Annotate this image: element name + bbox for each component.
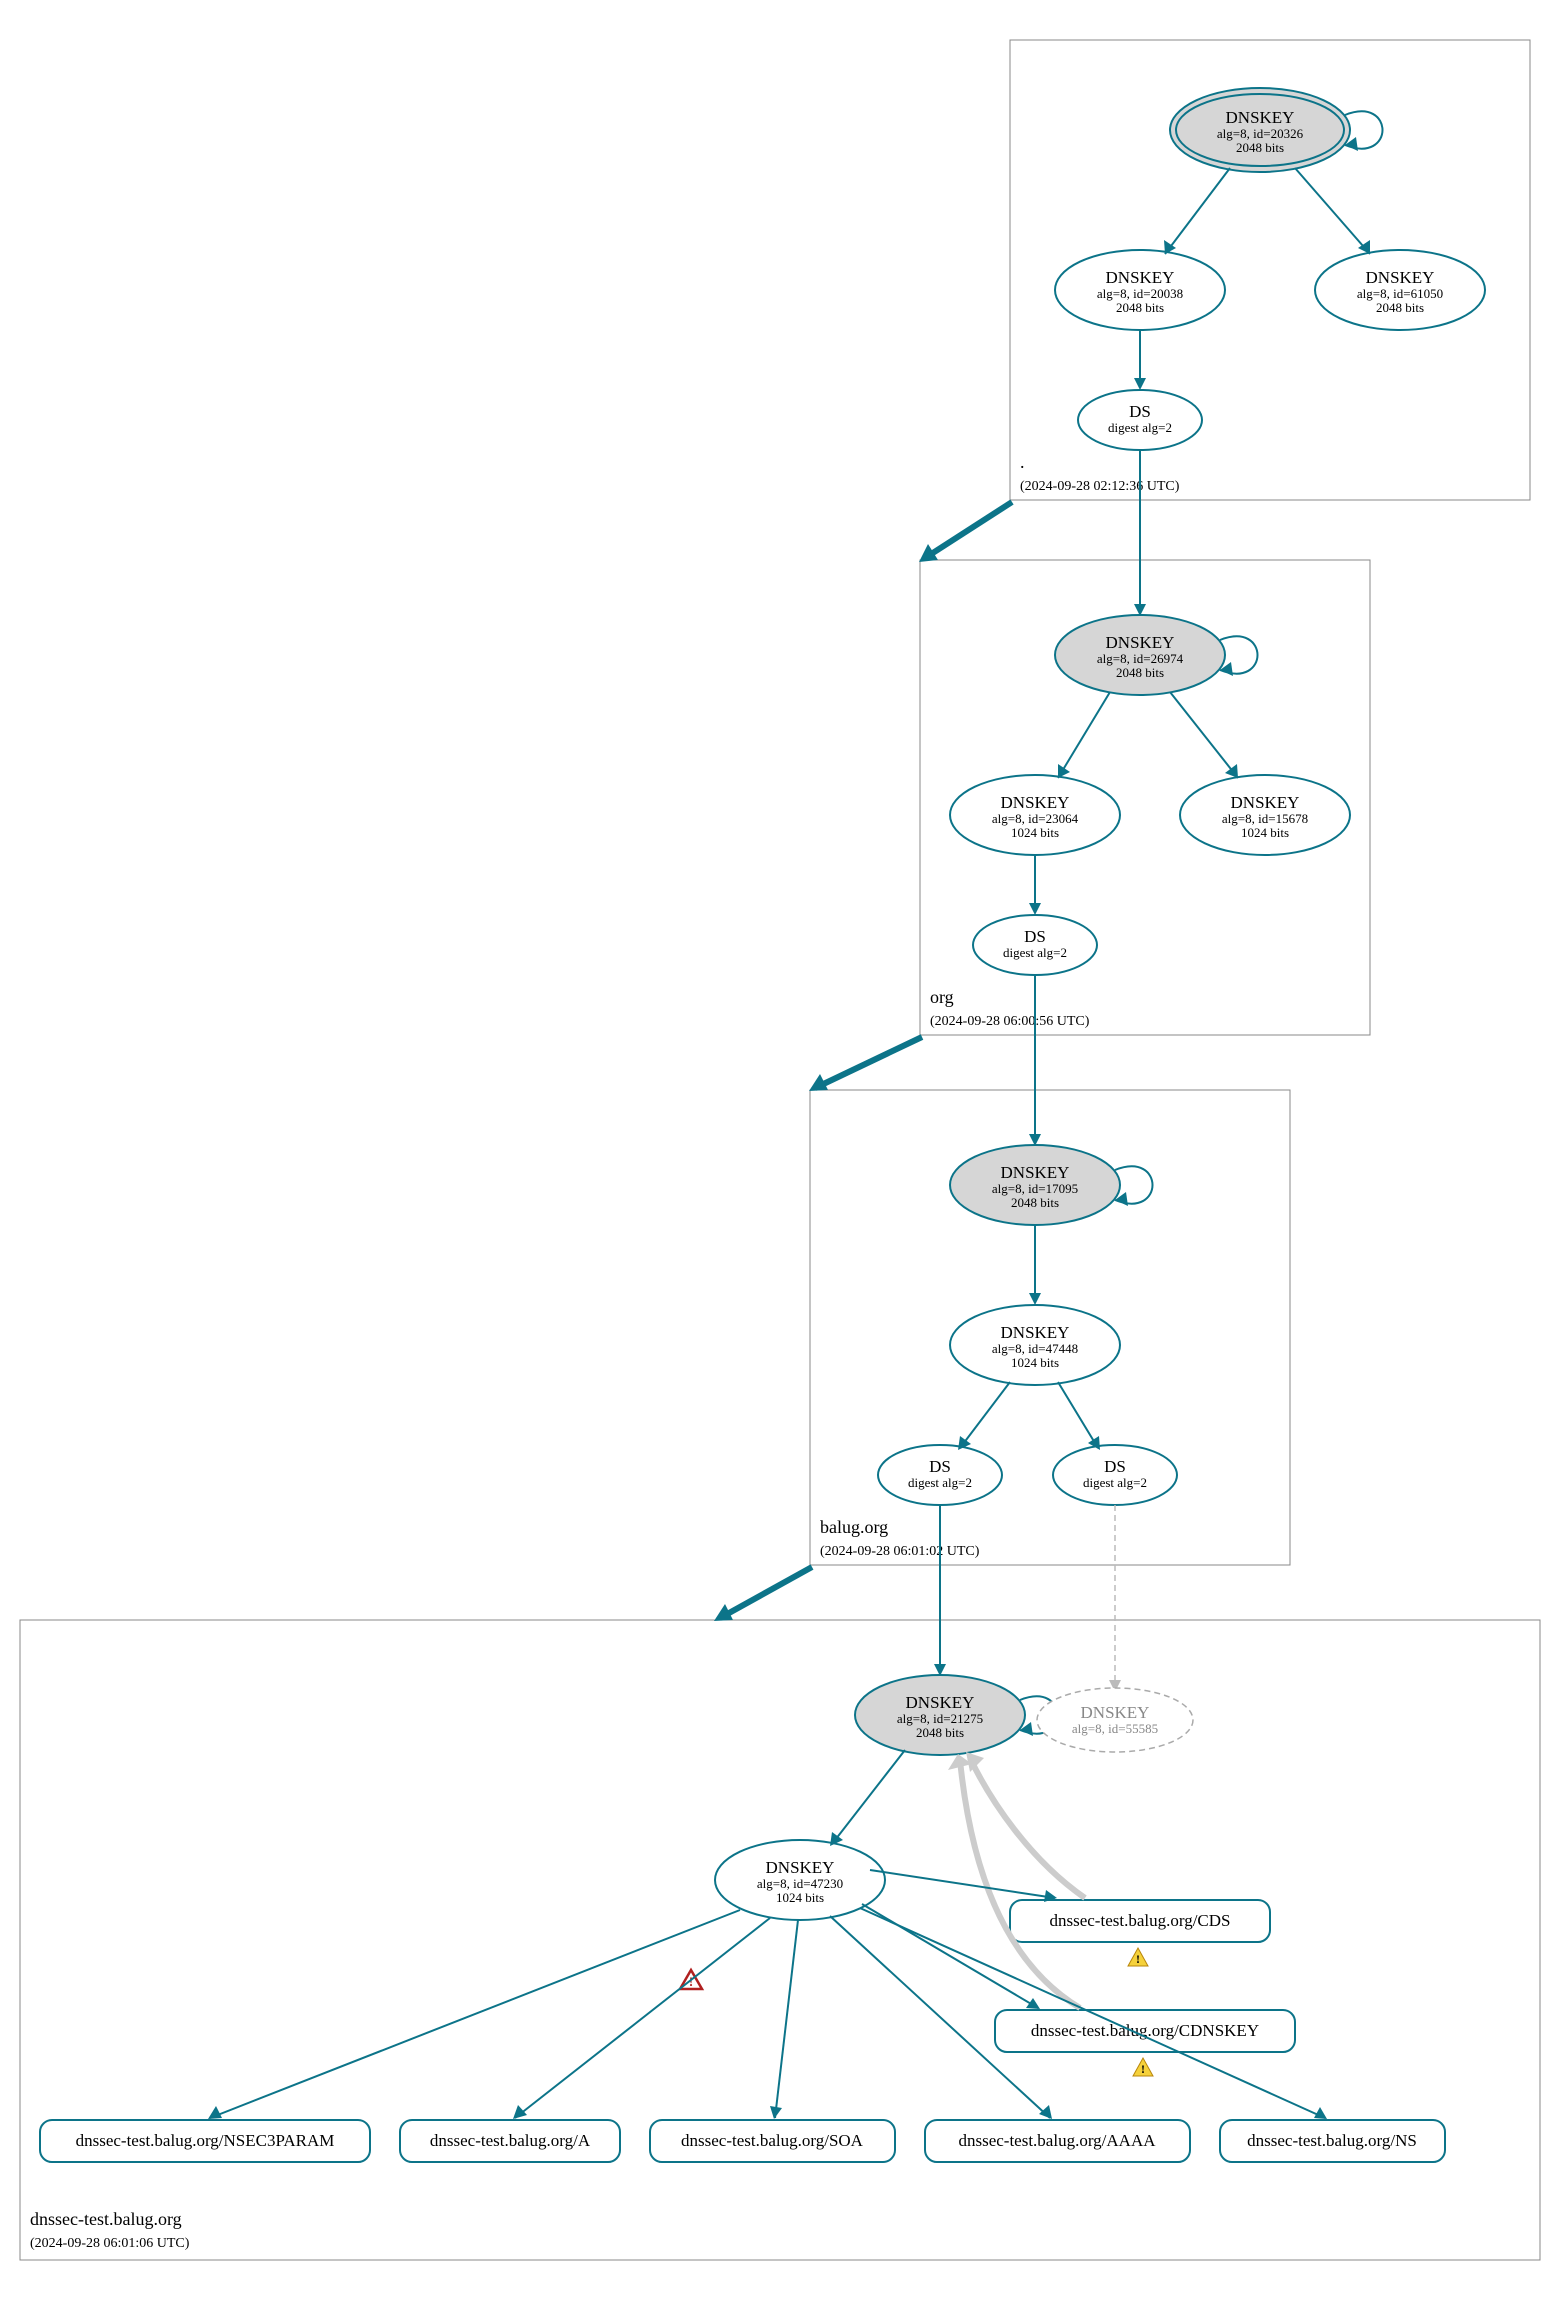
edge-balug-zsk-ds2 <box>1058 1382 1098 1448</box>
svg-text:alg=8, id=20038: alg=8, id=20038 <box>1097 286 1183 301</box>
edge-balug-to-dt-delegation <box>720 1567 812 1618</box>
zone-root-label: . <box>1020 452 1025 472</box>
svg-text:DNSKEY: DNSKEY <box>1231 793 1300 812</box>
svg-text:alg=8, id=26974: alg=8, id=26974 <box>1097 651 1184 666</box>
svg-text:digest alg=2: digest alg=2 <box>908 1475 972 1490</box>
zone-dnssectest-box <box>20 1620 1540 2260</box>
svg-text:DNSKEY: DNSKEY <box>1001 1163 1070 1182</box>
node-balug-ds2: DS digest alg=2 <box>1053 1445 1177 1505</box>
svg-text:DNSKEY: DNSKEY <box>1226 108 1295 127</box>
svg-text:alg=8, id=23064: alg=8, id=23064 <box>992 811 1079 826</box>
svg-text:2048 bits: 2048 bits <box>916 1725 964 1740</box>
svg-text:DNSKEY: DNSKEY <box>1001 1323 1070 1342</box>
svg-text:1024 bits: 1024 bits <box>1011 825 1059 840</box>
node-balug-zsk: DNSKEY alg=8, id=47448 1024 bits <box>950 1305 1120 1385</box>
svg-text:DNSKEY: DNSKEY <box>1106 268 1175 287</box>
node-dt-ksk-dashed: DNSKEY alg=8, id=55585 <box>1037 1688 1193 1752</box>
zone-dnssectest-timestamp: (2024-09-28 06:01:06 UTC) <box>30 2236 190 2251</box>
edge-org-to-balug-delegation <box>815 1037 922 1088</box>
svg-text:alg=8, id=20326: alg=8, id=20326 <box>1217 126 1304 141</box>
svg-text:alg=8, id=55585: alg=8, id=55585 <box>1072 1721 1158 1736</box>
record-a: dnssec-test.balug.org/A <box>400 2120 620 2162</box>
zone-org-label: org <box>930 987 954 1007</box>
node-org-ds: DS digest alg=2 <box>973 915 1097 975</box>
svg-text:DS: DS <box>1104 1457 1126 1476</box>
svg-text:DNSKEY: DNSKEY <box>1001 793 1070 812</box>
svg-text:dnssec-test.balug.org/CDS: dnssec-test.balug.org/CDS <box>1049 1911 1230 1930</box>
svg-text:dnssec-test.balug.org/AAAA: dnssec-test.balug.org/AAAA <box>958 2131 1156 2150</box>
svg-text:1024 bits: 1024 bits <box>1011 1355 1059 1370</box>
svg-text:alg=8, id=17095: alg=8, id=17095 <box>992 1181 1078 1196</box>
edge-zsk-soa <box>775 1920 798 2118</box>
svg-text:2048 bits: 2048 bits <box>1376 300 1424 315</box>
record-soa: dnssec-test.balug.org/SOA <box>650 2120 895 2162</box>
node-root-zsk2: DNSKEY alg=8, id=61050 2048 bits <box>1315 250 1485 330</box>
zone-balug-label: balug.org <box>820 1517 888 1537</box>
svg-text:dnssec-test.balug.org/NSEC3PAR: dnssec-test.balug.org/NSEC3PARAM <box>76 2131 335 2150</box>
svg-text:dnssec-test.balug.org/SOA: dnssec-test.balug.org/SOA <box>681 2131 864 2150</box>
edge-dt-ksk-zsk <box>832 1750 905 1844</box>
svg-text:DNSKEY: DNSKEY <box>1106 633 1175 652</box>
svg-text:DNSKEY: DNSKEY <box>1081 1703 1150 1722</box>
warning-icon: ! <box>1133 2058 1153 2076</box>
svg-text:DNSKEY: DNSKEY <box>1366 268 1435 287</box>
edge-org-ksk-zsk1 <box>1058 692 1110 778</box>
svg-text:DNSKEY: DNSKEY <box>906 1693 975 1712</box>
node-root-ds: DS digest alg=2 <box>1078 390 1202 450</box>
svg-text:dnssec-test.balug.org/NS: dnssec-test.balug.org/NS <box>1247 2131 1417 2150</box>
svg-text:alg=8, id=47230: alg=8, id=47230 <box>757 1876 843 1891</box>
svg-text:digest alg=2: digest alg=2 <box>1083 1475 1147 1490</box>
node-balug-ds1: DS digest alg=2 <box>878 1445 1002 1505</box>
svg-text:DNSKEY: DNSKEY <box>766 1858 835 1877</box>
svg-text:DS: DS <box>1129 402 1151 421</box>
svg-text:2048 bits: 2048 bits <box>1116 665 1164 680</box>
svg-text:alg=8, id=61050: alg=8, id=61050 <box>1357 286 1443 301</box>
node-dt-zsk: DNSKEY alg=8, id=47230 1024 bits <box>715 1840 885 1920</box>
svg-text:alg=8, id=15678: alg=8, id=15678 <box>1222 811 1308 826</box>
record-nsec3param: dnssec-test.balug.org/NSEC3PARAM <box>40 2120 370 2162</box>
svg-text:2048 bits: 2048 bits <box>1011 1195 1059 1210</box>
svg-text:DS: DS <box>1024 927 1046 946</box>
node-org-zsk1: DNSKEY alg=8, id=23064 1024 bits <box>950 775 1120 855</box>
edge-zsk-nsec3param <box>210 1910 740 2118</box>
svg-text:alg=8, id=47448: alg=8, id=47448 <box>992 1341 1078 1356</box>
edge-balug-zsk-ds1 <box>960 1382 1010 1448</box>
edge-cds-to-ksk <box>970 1758 1085 1898</box>
node-balug-ksk: DNSKEY alg=8, id=17095 2048 bits <box>950 1145 1120 1225</box>
svg-text:!: ! <box>1136 1952 1140 1966</box>
svg-text:dnssec-test.balug.org/A: dnssec-test.balug.org/A <box>430 2131 591 2150</box>
record-ns: dnssec-test.balug.org/NS <box>1220 2120 1445 2162</box>
edge-root-to-org-delegation <box>925 502 1012 558</box>
svg-text:digest alg=2: digest alg=2 <box>1108 420 1172 435</box>
warning-icon: ! <box>1128 1948 1148 1966</box>
node-root-ksk: DNSKEY alg=8, id=20326 2048 bits <box>1170 88 1350 172</box>
svg-text:alg=8, id=21275: alg=8, id=21275 <box>897 1711 983 1726</box>
node-dt-ksk: DNSKEY alg=8, id=21275 2048 bits <box>855 1675 1025 1755</box>
record-aaaa: dnssec-test.balug.org/AAAA <box>925 2120 1190 2162</box>
zone-balug-timestamp: (2024-09-28 06:01:02 UTC) <box>820 1544 980 1559</box>
zone-dnssectest-label: dnssec-test.balug.org <box>30 2209 182 2229</box>
record-cds: dnssec-test.balug.org/CDS ! <box>1010 1900 1270 1966</box>
svg-text:2048 bits: 2048 bits <box>1116 300 1164 315</box>
zone-org-timestamp: (2024-09-28 06:00:56 UTC) <box>930 1014 1090 1029</box>
svg-text:DS: DS <box>929 1457 951 1476</box>
svg-text:2048 bits: 2048 bits <box>1236 140 1284 155</box>
svg-text:1024 bits: 1024 bits <box>1241 825 1289 840</box>
node-org-zsk2: DNSKEY alg=8, id=15678 1024 bits <box>1180 775 1350 855</box>
edge-org-ksk-zsk2 <box>1170 692 1238 778</box>
node-root-zsk1: DNSKEY alg=8, id=20038 2048 bits <box>1055 250 1225 330</box>
svg-text:1024 bits: 1024 bits <box>776 1890 824 1905</box>
edge-zsk-cds <box>870 1870 1055 1898</box>
record-cdnskey: dnssec-test.balug.org/CDNSKEY ! <box>995 2010 1295 2076</box>
svg-text:digest alg=2: digest alg=2 <box>1003 945 1067 960</box>
edge-root-ksk-zsk1 <box>1165 168 1230 254</box>
node-org-ksk: DNSKEY alg=8, id=26974 2048 bits <box>1055 615 1225 695</box>
zone-root-timestamp: (2024-09-28 02:12:36 UTC) <box>1020 479 1180 494</box>
svg-text:!: ! <box>1141 2062 1145 2076</box>
edge-root-ksk-zsk2 <box>1295 168 1370 254</box>
